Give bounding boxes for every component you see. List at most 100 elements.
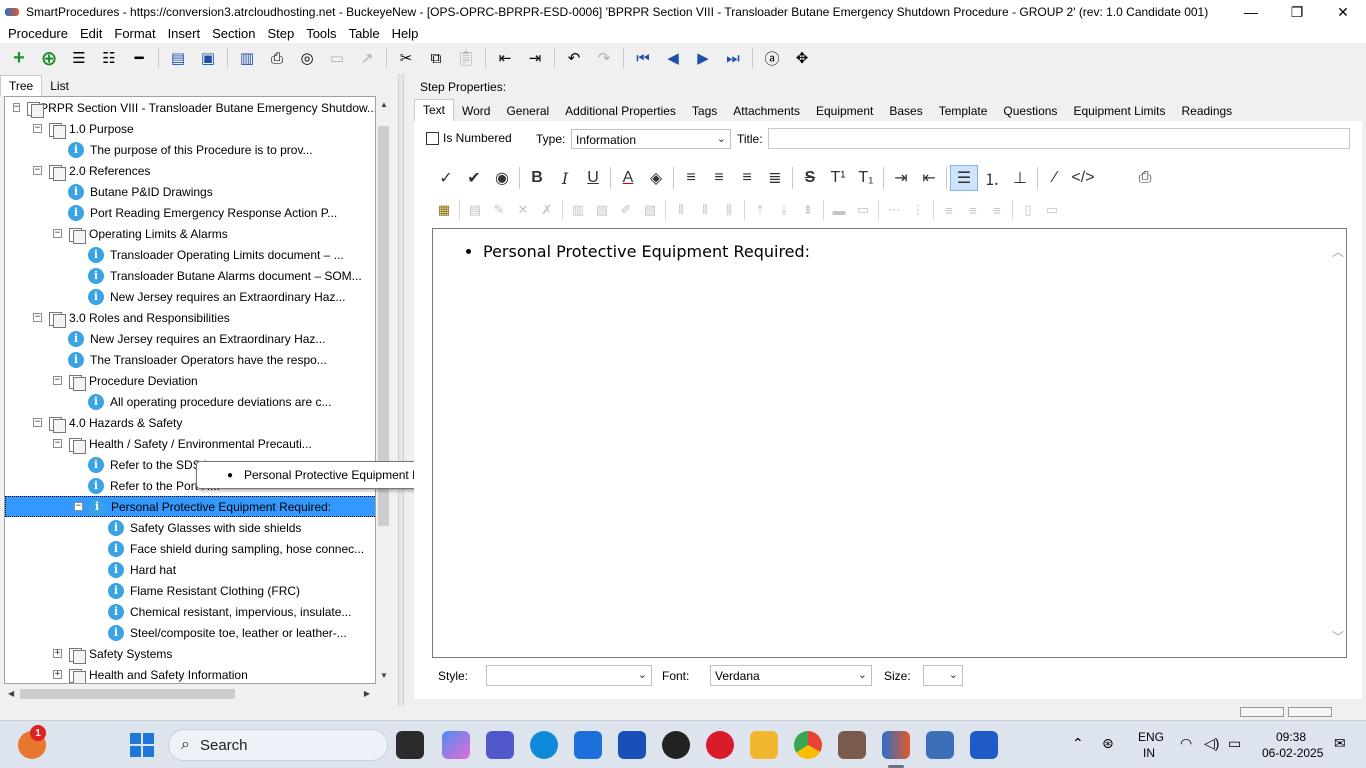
outdent-icon[interactable]: ⇤ [494, 47, 516, 69]
wifi-icon[interactable]: ◠ [1180, 735, 1192, 752]
tree-row[interactable]: i Face shield during sampling, hose conne… [5, 538, 375, 559]
tab-text[interactable]: Text [414, 99, 455, 121]
table-props-icon[interactable]: ▤ [463, 198, 487, 222]
chevron-down-icon[interactable]: ⌄ [858, 668, 867, 681]
tree-row[interactable]: + Health and Safety Information [5, 664, 375, 683]
tree-row[interactable]: − Health / Safety / Environmental Precaut… [5, 433, 375, 454]
cell-valign-icon[interactable]: ⋮ [906, 198, 930, 222]
split-cells-icon[interactable]: ▭ [851, 198, 875, 222]
tree-row[interactable]: − BPRPR Section VIII - Transloader Butane… [5, 97, 375, 118]
task-view-icon[interactable] [396, 731, 424, 759]
align-right-icon[interactable]: ≡ [733, 165, 761, 191]
decrease-indent-icon[interactable]: ⇤ [915, 165, 943, 191]
network-status-icon[interactable]: ⊛ [1102, 735, 1114, 752]
collapse-icon[interactable]: − [53, 229, 62, 238]
html-source-icon[interactable]: </> [1069, 165, 1097, 191]
cell-align-icon[interactable]: ⋯ [882, 198, 906, 222]
numbered-list-icon[interactable]: ⒈ [978, 165, 1006, 191]
remote-desktop-icon[interactable] [926, 731, 954, 759]
copy-icon[interactable]: ⧉ [425, 47, 447, 69]
form-icon[interactable]: ▭ [326, 47, 348, 69]
file-explorer-icon[interactable] [750, 731, 778, 759]
tree-row[interactable]: − i Personal Protective Equipment Required… [5, 496, 375, 517]
chevron-down-icon[interactable]: ⌄ [717, 132, 726, 145]
add-child-icon[interactable]: ⊕ [38, 47, 60, 70]
tree-row[interactable]: i Transloader Butane Alarms document – SO… [5, 265, 375, 286]
menu-format[interactable]: Format [108, 26, 161, 41]
strikethrough-icon[interactable]: S [796, 165, 824, 191]
tab-attachments[interactable]: Attachments [725, 101, 808, 121]
horizontal-bar-icon[interactable]: ▭ [1040, 198, 1064, 222]
tree-row[interactable]: i Butane P&ID Drawings [5, 181, 375, 202]
tree-row[interactable]: i The Transloader Operators have the resp… [5, 349, 375, 370]
tree-row[interactable]: − 3.0 Roles and Responsibilities [5, 307, 375, 328]
first-icon[interactable]: ⏮ [632, 47, 654, 69]
tab-list[interactable]: List [42, 76, 77, 96]
procedure-tree[interactable]: − BPRPR Section VIII - Transloader Butane… [4, 96, 376, 684]
spellcheck-auto-icon[interactable]: ✔ [460, 165, 488, 191]
tab-bases[interactable]: Bases [881, 101, 930, 121]
tree-row[interactable]: i Port Reading Emergency Response Action … [5, 202, 375, 223]
tab-equipment-limits[interactable]: Equipment Limits [1065, 101, 1173, 121]
collapse-icon[interactable]: − [33, 313, 42, 322]
collapse-icon[interactable]: − [33, 418, 42, 427]
archive-app-icon[interactable] [838, 731, 866, 759]
expand-icon[interactable]: + [53, 649, 62, 658]
insert-row-below-icon[interactable]: ⤓ [772, 198, 796, 222]
tree-row[interactable]: − 2.0 References [5, 160, 375, 181]
merge-cells-icon[interactable]: ▬ [827, 198, 851, 222]
redo-icon[interactable]: ↷ [593, 47, 615, 69]
tree-row[interactable]: + Safety Systems [5, 643, 375, 664]
increase-indent-icon[interactable]: ⇥ [887, 165, 915, 191]
tab-tags[interactable]: Tags [684, 101, 725, 121]
insert-row-above-icon[interactable]: ⤒ [748, 198, 772, 222]
tree-vertical-scrollbar[interactable]: ▲ ▼ [376, 96, 391, 684]
tree-horizontal-scrollbar[interactable]: ◀ ▶ [4, 686, 376, 702]
table-clear-icon[interactable]: ✗ [535, 198, 559, 222]
align-center-icon[interactable]: ≡ [705, 165, 733, 191]
menu-insert[interactable]: Insert [162, 26, 207, 41]
next-icon[interactable]: ▶ [692, 47, 714, 69]
export-icon[interactable]: ▥ [236, 47, 258, 69]
chrome-icon[interactable] [794, 731, 822, 759]
undo-icon[interactable]: ↶ [563, 47, 585, 69]
cell-props-icon[interactable]: ▥ [566, 198, 590, 222]
open-icon[interactable]: ▤ [167, 47, 189, 69]
tab-template[interactable]: Template [931, 101, 996, 121]
delete-row-icon[interactable]: ⇟ [796, 198, 820, 222]
tab-readings[interactable]: Readings [1173, 101, 1240, 121]
store-icon[interactable] [574, 731, 602, 759]
windows-start-icon[interactable] [130, 733, 154, 757]
cut-icon[interactable]: ✂ [395, 47, 417, 69]
justify-icon[interactable]: ≣ [761, 165, 789, 191]
italic-icon[interactable]: I [551, 165, 579, 191]
menu-edit[interactable]: Edit [74, 26, 108, 41]
tab-general[interactable]: General [498, 101, 557, 121]
collapse-icon[interactable]: − [33, 124, 42, 133]
table-align-left-icon[interactable]: ≡ [937, 198, 961, 222]
vertical-bar-icon[interactable]: ▯ [1016, 198, 1040, 222]
tab-equipment[interactable]: Equipment [808, 101, 881, 121]
tree-row[interactable]: − 1.0 Purpose [5, 118, 375, 139]
teams-icon[interactable] [486, 731, 514, 759]
indent-icon[interactable]: ⇥ [524, 47, 546, 69]
cell-pen-icon[interactable]: ✐ [614, 198, 638, 222]
scroll-left-icon[interactable]: ◀ [8, 689, 14, 698]
table-edit-icon[interactable]: ✎ [487, 198, 511, 222]
collapse-icon[interactable]: − [53, 439, 62, 448]
underline-icon[interactable]: U [579, 165, 607, 191]
clear-format-icon[interactable]: ⁄ [1041, 165, 1069, 191]
chevron-down-icon[interactable]: ⌄ [949, 668, 958, 681]
maximize-button[interactable]: ❐ [1274, 0, 1320, 24]
opera-icon[interactable] [706, 731, 734, 759]
cell-brush-icon[interactable]: ▧ [638, 198, 662, 222]
collapse-icon[interactable]: − [33, 166, 42, 175]
align-left-icon[interactable]: ≡ [677, 165, 705, 191]
bullet-list-icon[interactable]: ☰ [950, 165, 978, 191]
clock-time[interactable]: 09:38 [1276, 730, 1306, 744]
taskbar-search[interactable]: ⌕ Search [168, 729, 388, 761]
collapse-icon[interactable]: − [74, 502, 83, 511]
notification-bell-icon[interactable]: ✉ [1334, 735, 1346, 752]
close-button[interactable]: ✕ [1320, 0, 1366, 24]
tree-row[interactable]: i New Jersey requires an Extraordinary Ha… [5, 286, 375, 307]
